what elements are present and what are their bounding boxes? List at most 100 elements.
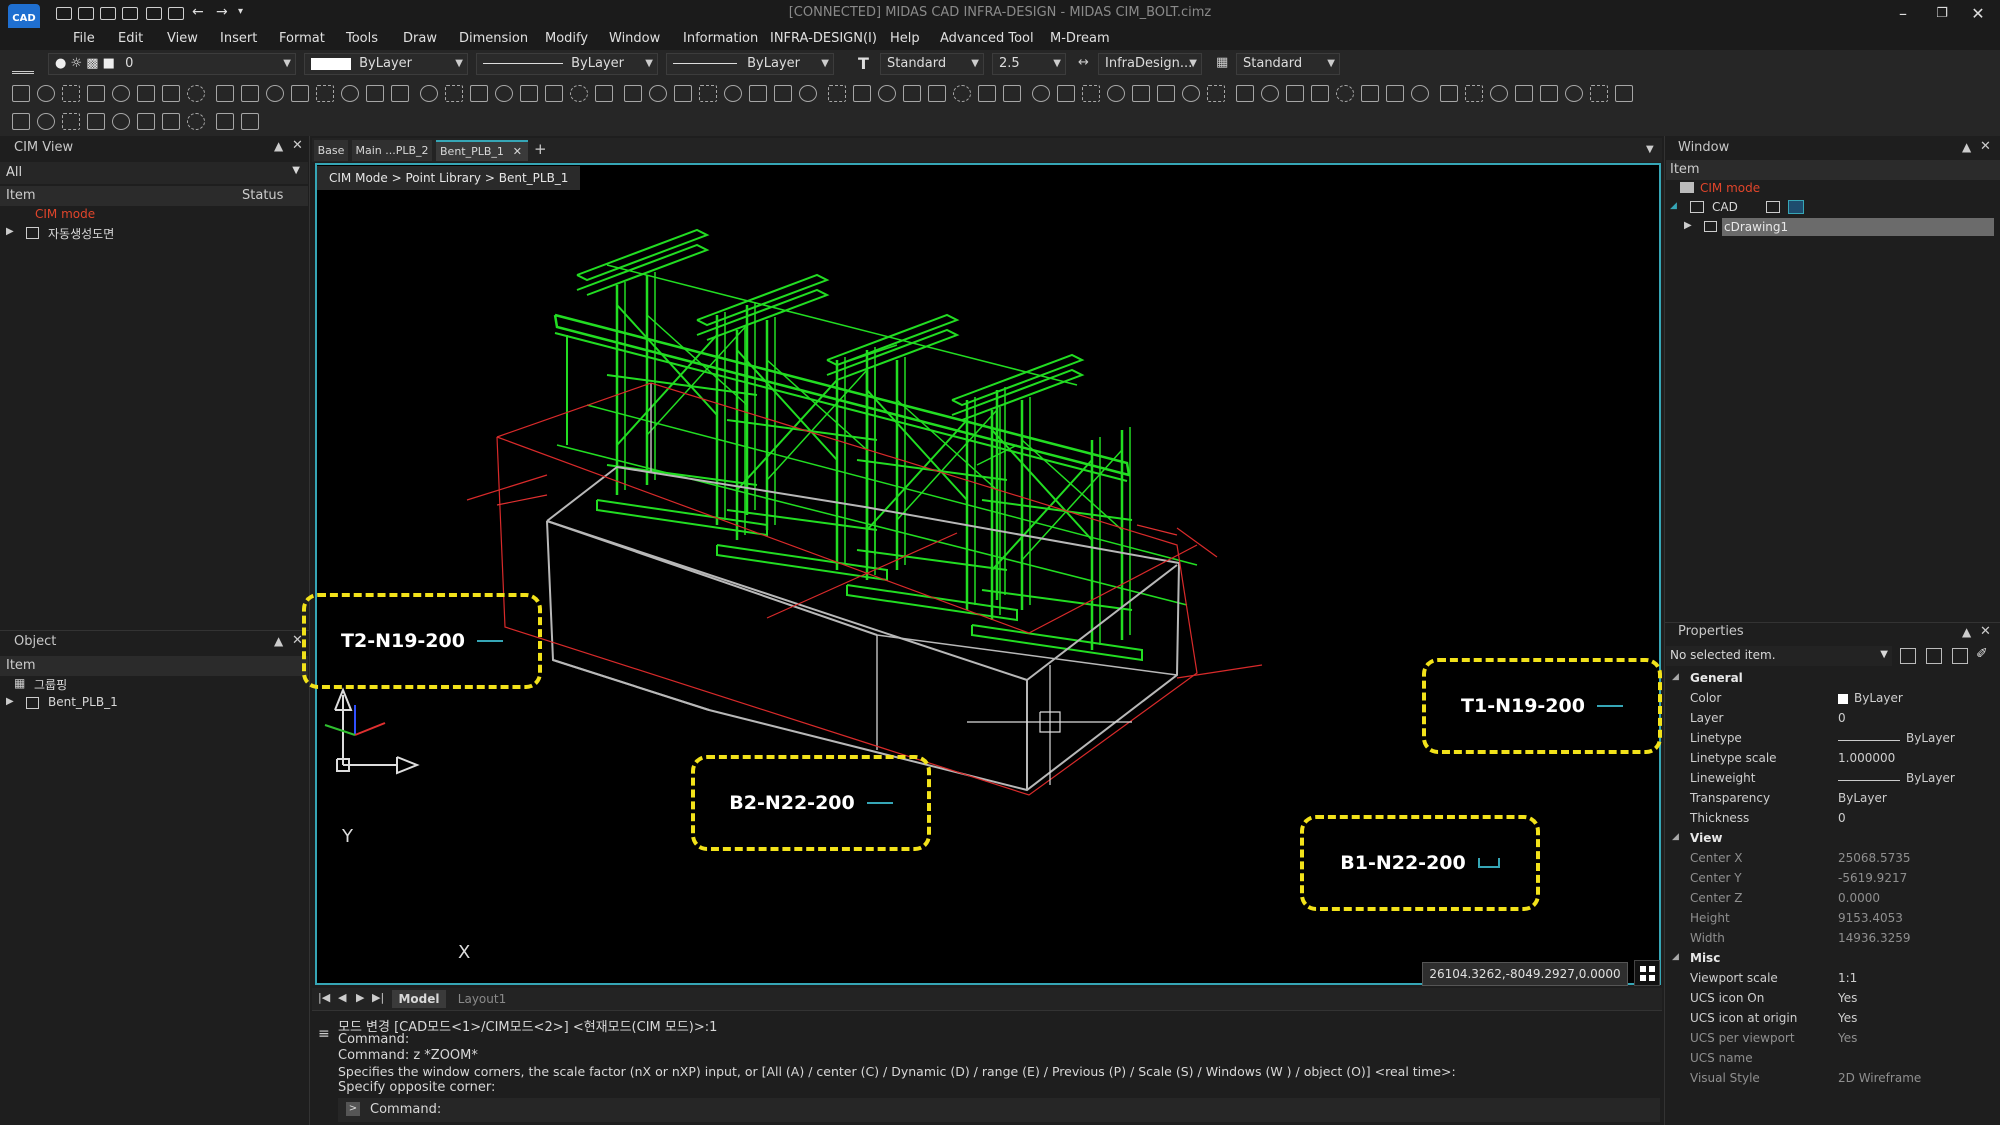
linetype-combo[interactable]: ByLayer ▼ <box>476 53 658 75</box>
dim-style-combo[interactable]: InfraDesign... ▼ <box>1098 53 1202 75</box>
zoom-icon[interactable] <box>545 85 563 102</box>
property-value[interactable]: Yes <box>1838 1031 1857 1045</box>
text-icon[interactable] <box>774 85 792 102</box>
hatch-icon[interactable] <box>137 85 155 102</box>
osnap-icon[interactable] <box>241 113 259 130</box>
tab-bent-plb-1[interactable]: Bent_PLB_1 ✕ <box>436 140 528 161</box>
move-icon[interactable] <box>216 85 234 102</box>
rotate-icon[interactable] <box>878 85 896 102</box>
hatch-icon[interactable] <box>112 113 130 130</box>
maximize-window-icon[interactable] <box>1788 200 1804 214</box>
cim-filter-select[interactable]: All ▼ <box>0 162 308 184</box>
offset-icon[interactable] <box>366 85 384 102</box>
line-icon[interactable] <box>1236 85 1254 102</box>
menu-help[interactable]: Help <box>890 28 920 50</box>
menu-m-dream[interactable]: M-Dream <box>1050 28 1110 50</box>
dimension-style-icon[interactable]: ↔ <box>1078 55 1089 70</box>
dimension-icon[interactable] <box>187 85 205 102</box>
pin-icon[interactable]: ▲ <box>1962 140 1971 154</box>
add-tab-icon[interactable]: + <box>534 140 547 158</box>
property-value[interactable]: 14936.3259 <box>1838 931 1911 945</box>
tree-item-cim-mode[interactable]: CIM mode <box>35 207 95 221</box>
rectangle-icon[interactable] <box>112 85 130 102</box>
quick-access-dropdown-icon[interactable]: ▾ <box>238 6 243 17</box>
text-icon[interactable] <box>1386 85 1404 102</box>
quick-select-icon[interactable] <box>1900 648 1916 664</box>
move-icon[interactable] <box>828 85 846 102</box>
array-icon[interactable] <box>420 85 438 102</box>
new-file-icon[interactable] <box>56 7 72 20</box>
selection-dropdown[interactable]: No selected item. ▼ <box>1666 646 1892 666</box>
tree-item-auto-drawing[interactable]: 자동생성도면 <box>48 225 114 242</box>
extend-icon[interactable] <box>953 85 971 102</box>
tab-main-plb-2[interactable]: Main ...PLB_2 <box>352 140 432 161</box>
circle-icon[interactable] <box>87 85 105 102</box>
text-height-combo[interactable]: 2.5 ▼ <box>992 53 1066 75</box>
grid-icon[interactable] <box>37 113 55 130</box>
menu-infra-design[interactable]: INFRA-DESIGN(I) <box>770 28 877 50</box>
property-value[interactable]: 0 <box>1838 811 1846 825</box>
hatch-icon[interactable] <box>1361 85 1379 102</box>
menu-advanced-tool[interactable]: Advanced Tool <box>940 28 1034 50</box>
line-icon[interactable] <box>624 85 642 102</box>
block-icon[interactable] <box>1082 85 1100 102</box>
tab-base[interactable]: Base <box>314 140 348 161</box>
rotate-icon[interactable] <box>1490 85 1508 102</box>
dimension-icon[interactable] <box>799 85 817 102</box>
polyline-icon[interactable] <box>649 85 667 102</box>
extend-icon[interactable] <box>1565 85 1583 102</box>
pan-icon[interactable] <box>1182 85 1200 102</box>
object-item-bent-plb[interactable]: Bent_PLB_1 <box>48 695 118 709</box>
property-value[interactable]: Yes <box>1838 1011 1857 1025</box>
copy-icon[interactable] <box>1465 85 1483 102</box>
undo-icon[interactable]: ← <box>192 4 204 20</box>
menu-draw[interactable]: Draw <box>403 28 437 50</box>
trim-icon[interactable] <box>1540 85 1558 102</box>
property-value[interactable]: Yes <box>1838 991 1857 1005</box>
property-value[interactable]: 1:1 <box>1838 971 1857 985</box>
expand-icon[interactable]: ▶ <box>6 226 14 237</box>
callout-b2[interactable]: B2-N22-200 <box>691 755 931 851</box>
menu-format[interactable]: Format <box>279 28 325 50</box>
dimension-icon[interactable] <box>1411 85 1429 102</box>
polyline-icon[interactable] <box>1261 85 1279 102</box>
arc-icon[interactable] <box>62 85 80 102</box>
toggle-pickadd-icon[interactable] <box>1926 648 1942 664</box>
insert-icon[interactable] <box>1107 85 1125 102</box>
menu-modify[interactable]: Modify <box>545 28 588 50</box>
scale-icon[interactable] <box>291 85 309 102</box>
redo-icon[interactable]: → <box>216 4 228 20</box>
next-layout-icon[interactable]: ▶ <box>356 991 364 1004</box>
polyline-icon[interactable] <box>37 85 55 102</box>
tab-layout1[interactable]: Layout1 <box>452 990 512 1008</box>
tile-window-icon[interactable] <box>1766 201 1780 213</box>
menu-dimension[interactable]: Dimension <box>459 28 528 50</box>
fillet-icon[interactable] <box>445 85 463 102</box>
collapse-icon[interactable]: ◢ <box>1672 672 1679 682</box>
extend-icon[interactable] <box>341 85 359 102</box>
arc-icon[interactable] <box>674 85 692 102</box>
array-icon[interactable] <box>1032 85 1050 102</box>
grid-toggle-icon[interactable] <box>1634 960 1660 986</box>
copy-icon[interactable] <box>241 85 259 102</box>
table-style-combo[interactable]: Standard ▼ <box>1236 53 1340 75</box>
command-input[interactable]: > Command: <box>338 1098 1660 1122</box>
text-style-icon[interactable]: T <box>858 54 869 73</box>
tab-list-dropdown-icon[interactable]: ▼ <box>1646 144 1654 155</box>
save-icon[interactable] <box>100 7 116 20</box>
hatch-icon[interactable] <box>749 85 767 102</box>
measure-icon[interactable] <box>595 85 613 102</box>
property-value[interactable]: ByLayer <box>1838 791 1887 805</box>
snap-icon[interactable] <box>12 113 30 130</box>
property-value[interactable]: 9153.4053 <box>1838 911 1903 925</box>
close-button[interactable]: ✕ <box>1962 2 1994 26</box>
insert-icon[interactable] <box>495 85 513 102</box>
close-icon[interactable]: ✕ <box>292 138 303 153</box>
copy-icon[interactable] <box>853 85 871 102</box>
tab-model[interactable]: Model <box>392 990 446 1008</box>
close-icon[interactable]: ✕ <box>513 142 522 161</box>
save-as-icon[interactable] <box>122 7 138 20</box>
menu-edit[interactable]: Edit <box>118 28 143 50</box>
text-style-combo[interactable]: Standard ▼ <box>880 53 984 75</box>
layer-combo[interactable]: ● ☼ ▩ ■ 0 ▼ <box>48 53 296 75</box>
